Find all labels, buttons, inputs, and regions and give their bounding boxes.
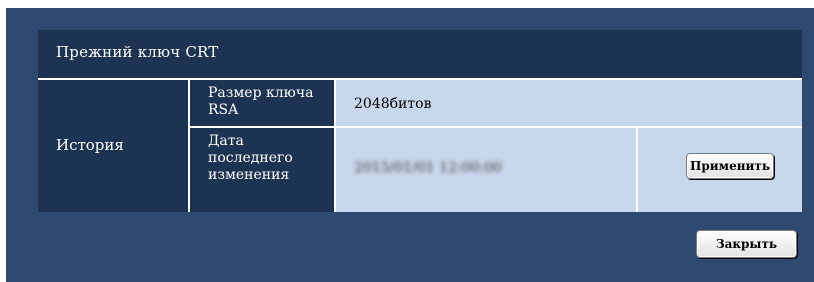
last-modified-label-line1: Дата [208,133,244,149]
apply-button-cell: Применить [638,128,802,212]
dialog-panel: Прежний ключ CRT История Размер ключа RS… [6,8,814,282]
history-label: История [56,136,124,154]
last-modified-value: 2015/01/01 12:00:00 [354,160,503,176]
last-modified-label-line3: изменения [208,167,290,183]
last-modified-value-cell: 2015/01/01 12:00:00 [336,128,638,212]
rsa-key-size-label-line1: Размер ключа [208,85,314,101]
table-header: Прежний ключ CRT [38,30,802,80]
last-modified-label-cell: Дата последнего изменения [190,128,336,212]
rsa-key-size-value-cell: 2048битов [336,80,802,128]
rsa-key-size-value: 2048битов [354,96,432,112]
apply-button[interactable]: Применить [686,153,774,179]
close-button[interactable]: Закрыть [696,230,797,258]
rsa-key-size-label-line2: RSA [208,102,239,118]
previous-crt-key-table: Прежний ключ CRT История Размер ключа RS… [38,30,802,212]
last-modified-label-line2: последнего [208,150,293,166]
history-cell: История [38,80,190,212]
section-title: Прежний ключ CRT [56,43,219,61]
rsa-key-size-label-cell: Размер ключа RSA [190,80,336,128]
